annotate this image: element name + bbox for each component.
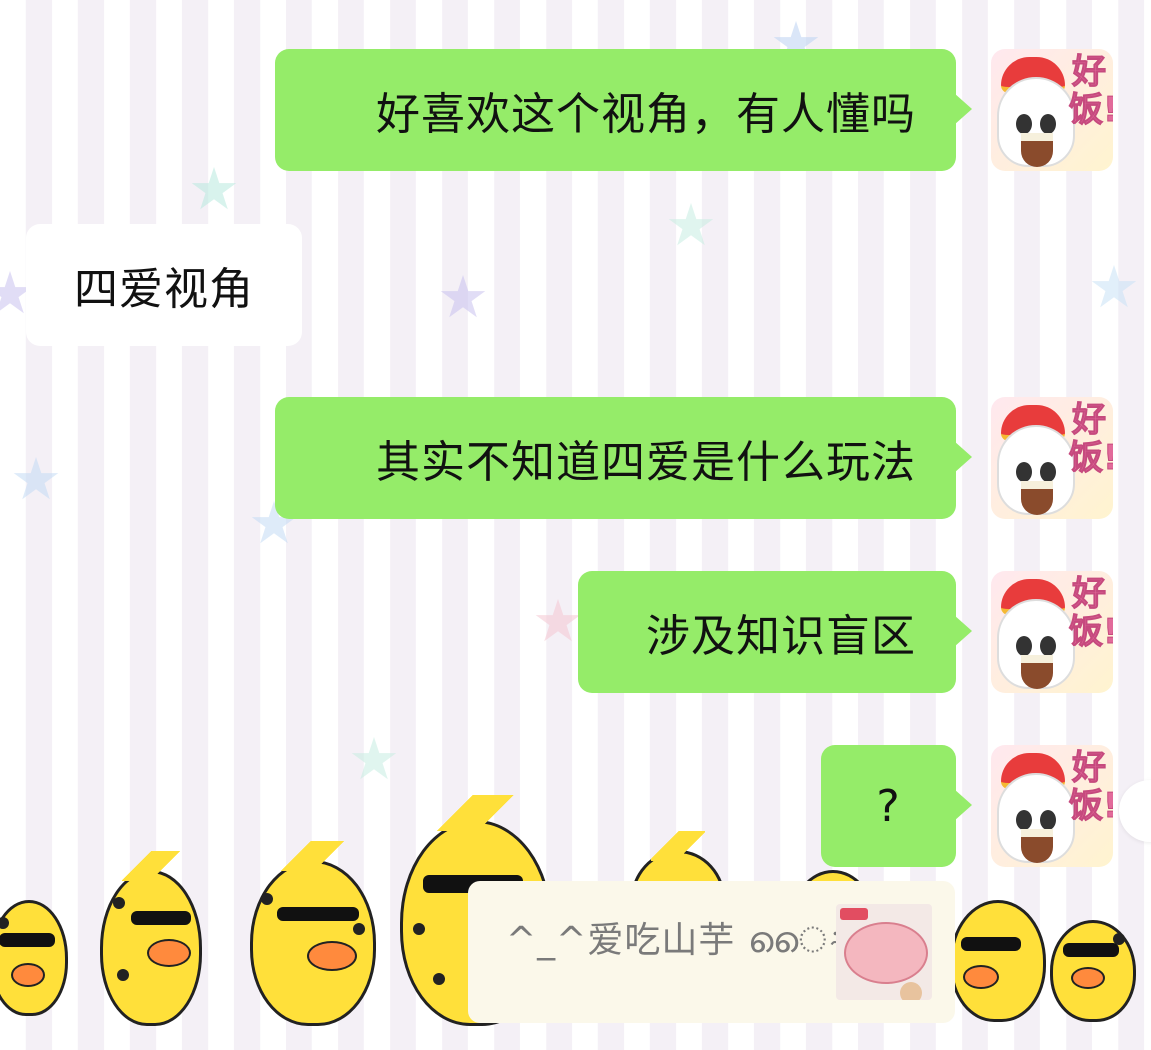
my-avatar[interactable]: 好饭! [991,49,1113,171]
background-star-icon: ★ [437,263,489,331]
my-message-bubble[interactable]: ? [821,745,972,867]
my-message-bubble[interactable]: 涉及知识盲区 [578,571,972,693]
background-star-icon: ★ [10,445,62,513]
message-text: 其实不知道四爱是什么玩法 [376,437,916,488]
other-message-bubble[interactable]: 四爱视角 [26,224,302,346]
my-avatar[interactable]: 好饭! [991,571,1113,693]
avatar-caption: 好饭! [1069,52,1114,130]
my-avatar[interactable]: 好饭! [991,745,1113,867]
avatar-caption: 好饭! [1069,748,1114,826]
background-star-icon: ★ [532,587,584,655]
message-text: 好喜欢这个视角，有人懂吗 [376,89,916,140]
avatar-caption: 好饭! [1069,574,1114,652]
my-message-bubble[interactable]: 好喜欢这个视角，有人懂吗 [275,49,972,171]
background-star-icon: ★ [1088,253,1140,321]
message-text: 四爱视角 [74,264,254,315]
my-avatar[interactable]: 好饭! [991,397,1113,519]
background-star-icon: ★ [665,191,717,259]
quoted-sender-text: ^_^爱吃山芋 ൈ⍨: [506,920,864,961]
message-text: 涉及知识盲区 [646,611,916,662]
background-star-icon: ★ [348,725,400,793]
message-text: ? [876,780,901,832]
background-star-icon: ★ [188,155,240,223]
quoted-message-card[interactable]: ^_^爱吃山芋 ൈ⍨: [468,881,955,1023]
my-message-bubble[interactable]: 其实不知道四爱是什么玩法 [275,397,972,519]
avatar-caption: 好饭! [1069,400,1114,478]
quoted-image-thumbnail[interactable] [836,904,932,1000]
